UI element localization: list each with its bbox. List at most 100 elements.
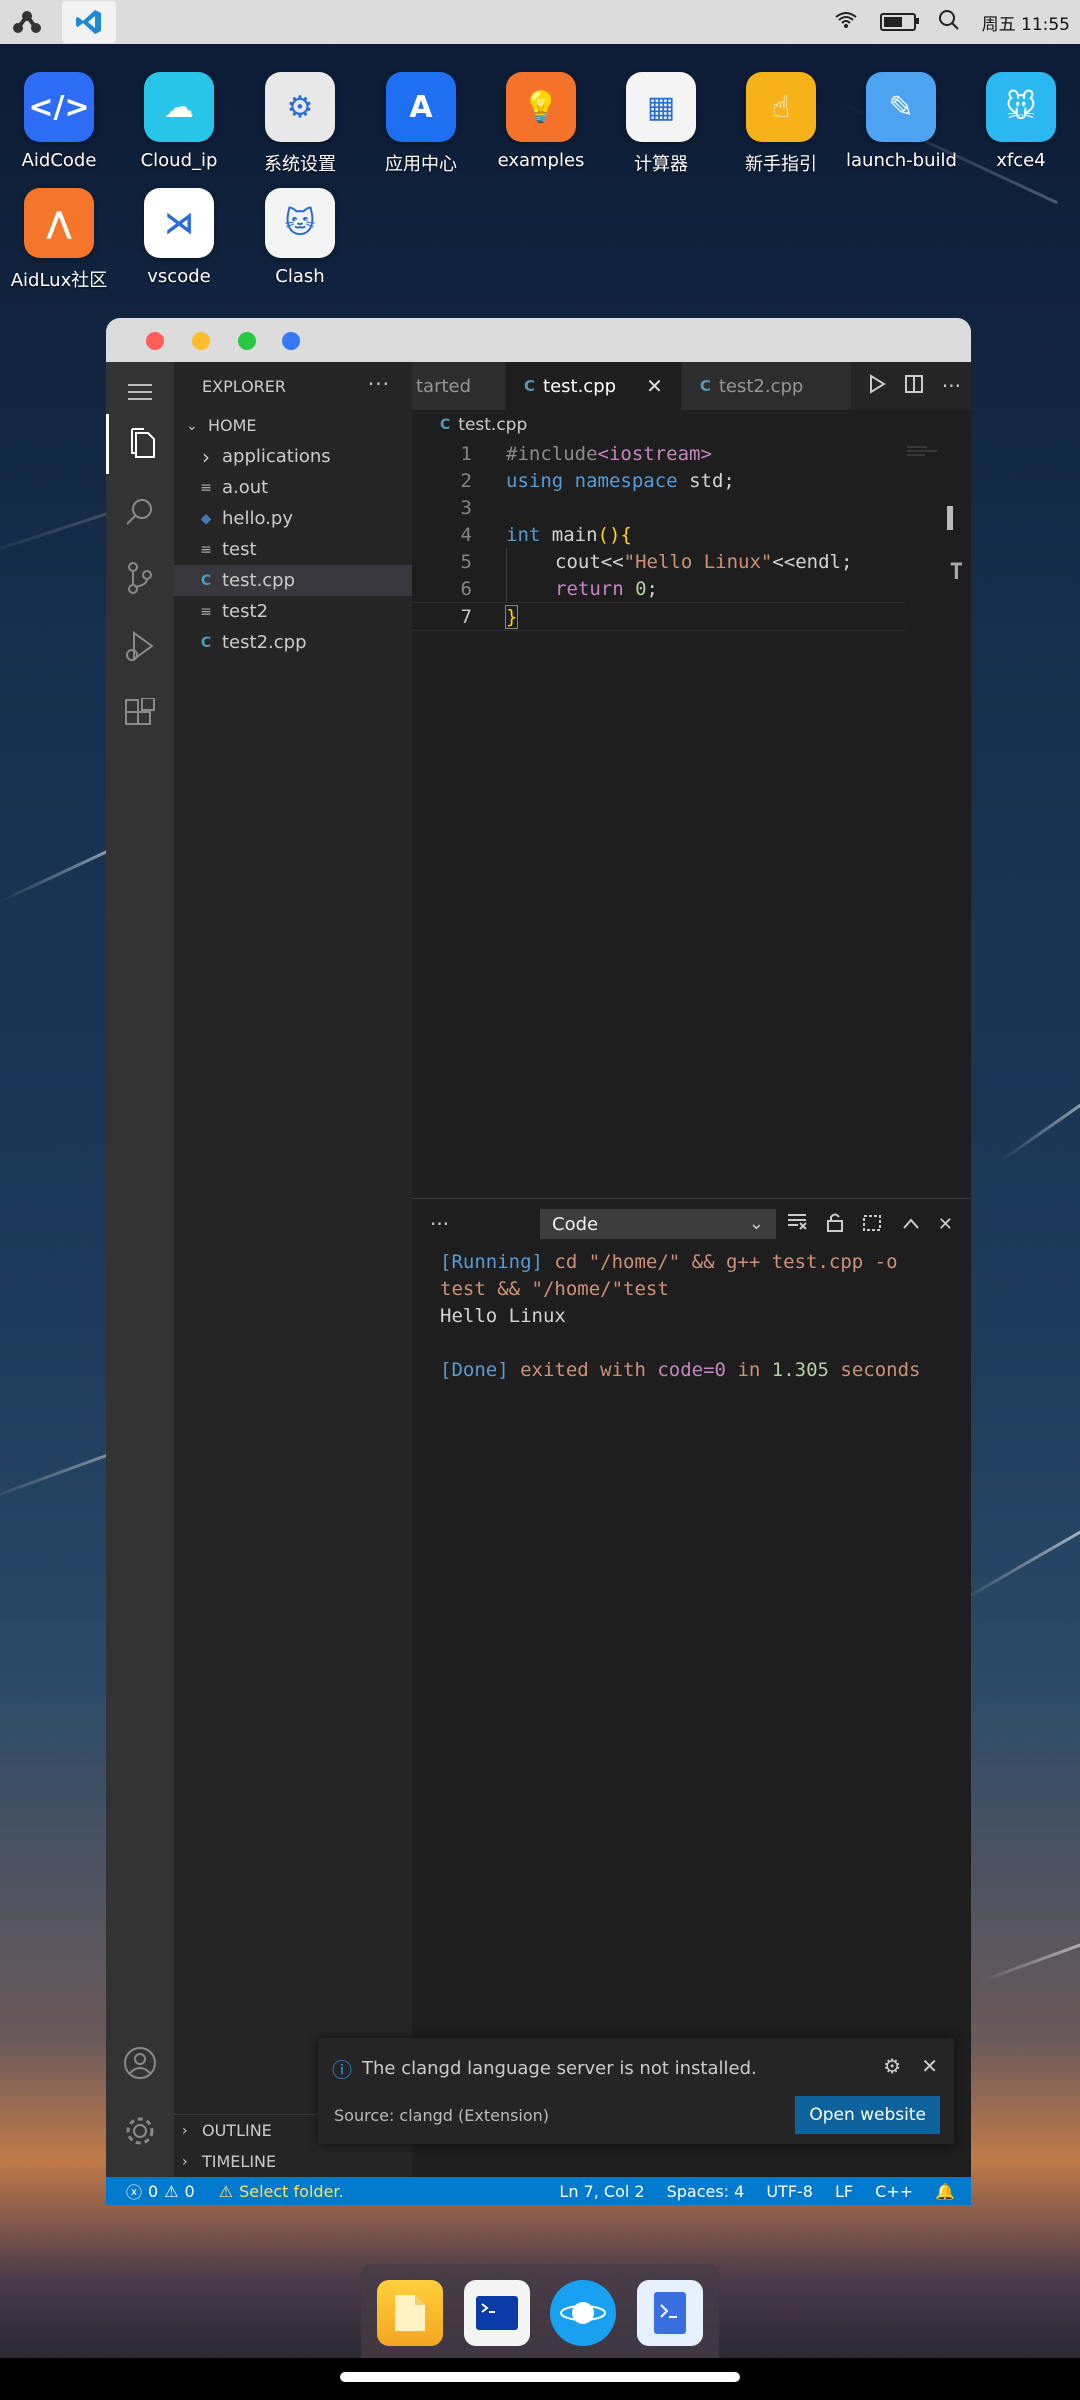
manage-gear-icon[interactable] bbox=[106, 2101, 174, 2161]
desktop-icon[interactable]: A 应用中心 bbox=[366, 72, 476, 176]
files-icon[interactable] bbox=[377, 2280, 444, 2346]
file-tree-item[interactable]: ≡ test2 bbox=[174, 596, 412, 627]
desktop-icon[interactable]: ☁ Cloud_ip bbox=[124, 72, 234, 171]
desktop-icon[interactable]: ⚙ 系统设置 bbox=[245, 72, 355, 176]
python-file-icon: ◆ bbox=[200, 510, 212, 527]
file-tree-label: hello.py bbox=[222, 508, 293, 529]
notification-actions: ⚙ ✕ bbox=[883, 2054, 938, 2078]
explorer-header: EXPLORER ··· bbox=[174, 362, 412, 410]
line-number: 2 bbox=[460, 469, 472, 492]
search-icon[interactable] bbox=[106, 482, 174, 542]
maximize-window-button[interactable] bbox=[238, 332, 256, 350]
more-actions-icon[interactable]: ··· bbox=[368, 372, 390, 396]
code-token: namespace bbox=[574, 469, 678, 492]
more-actions-icon[interactable]: ··· bbox=[430, 1212, 449, 1236]
window-extra-button[interactable] bbox=[282, 332, 300, 350]
outline-label: OUTLINE bbox=[202, 2121, 272, 2140]
open-website-button[interactable]: Open website bbox=[795, 2096, 940, 2134]
cursor-position[interactable]: Ln 7, Col 2 bbox=[559, 2182, 644, 2201]
open-in-editor-icon[interactable] bbox=[862, 1212, 884, 1237]
split-editor-icon[interactable] bbox=[904, 374, 924, 399]
lock-scroll-icon[interactable] bbox=[826, 1212, 844, 1237]
menu-icon[interactable] bbox=[106, 362, 174, 422]
app-icon: 🐭 bbox=[986, 72, 1056, 142]
notifications-bell-icon[interactable]: 🔔 bbox=[935, 2182, 955, 2201]
select-folder-status[interactable]: ⚠ Select folder. bbox=[219, 2182, 344, 2201]
desktop-icon-label: 应用中心 bbox=[385, 154, 457, 175]
file-tree-label: a.out bbox=[222, 477, 269, 498]
output-token: exited with bbox=[508, 1359, 658, 1381]
source-control-icon[interactable] bbox=[106, 548, 174, 608]
chevron-down-icon: ⌄ bbox=[748, 1213, 764, 1234]
maximize-panel-icon[interactable] bbox=[902, 1214, 920, 1235]
clock[interactable]: 周五 11:55 bbox=[982, 10, 1070, 35]
language-mode[interactable]: C++ bbox=[875, 2182, 913, 2201]
explorer-icon[interactable] bbox=[106, 414, 177, 474]
panel-toolbar: ··· Code ⌄ ✕ bbox=[412, 1199, 971, 1249]
tab-test-cpp[interactable]: C test.cpp ✕ bbox=[506, 362, 682, 410]
extensions-icon[interactable] bbox=[106, 684, 174, 744]
gear-icon[interactable]: ⚙ bbox=[883, 2054, 901, 2078]
desktop-icon[interactable]: 💡 examples bbox=[486, 72, 596, 171]
file-tree-item[interactable]: ◆ hello.py bbox=[174, 503, 412, 534]
line-number: 4 bbox=[460, 523, 472, 546]
close-window-button[interactable] bbox=[146, 332, 164, 350]
desktop-icon-label: vscode bbox=[147, 266, 211, 287]
run-icon[interactable] bbox=[868, 373, 886, 399]
folder-home[interactable]: ⌄ HOME bbox=[174, 410, 412, 441]
code-editor[interactable]: 1 #include <iostream> 2 using namespace std… bbox=[412, 440, 971, 631]
tab-label: test.cpp bbox=[543, 375, 617, 397]
minimize-window-button[interactable] bbox=[192, 332, 210, 350]
terminal-icon[interactable] bbox=[463, 2280, 530, 2346]
file-tree-item[interactable]: Ctest2.cpp bbox=[174, 627, 412, 658]
file-tree-item[interactable]: › applications bbox=[174, 441, 412, 472]
account-icon[interactable] bbox=[106, 2033, 174, 2093]
search-icon[interactable] bbox=[938, 9, 960, 36]
desktop-icon[interactable]: ⋀ AidLux社区 bbox=[4, 188, 114, 292]
desktop-icon[interactable]: 🐱 Clash bbox=[245, 188, 355, 287]
desktop-icon[interactable]: 🐭 xfce4 bbox=[966, 72, 1076, 171]
browser-icon[interactable] bbox=[550, 2280, 617, 2346]
more-actions-icon[interactable]: ··· bbox=[942, 374, 961, 398]
home-indicator[interactable] bbox=[340, 2372, 740, 2382]
notification-message: ⓘ The clangd language server is not inst… bbox=[332, 2054, 757, 2083]
desktop-icon-label: Cloud_ip bbox=[140, 150, 218, 171]
activity-bar bbox=[106, 362, 174, 2177]
window-titlebar[interactable] bbox=[106, 318, 971, 362]
output-token: [Done] bbox=[440, 1359, 509, 1381]
desktop-icon[interactable]: ✎ launch-build bbox=[846, 72, 957, 171]
file-tree-item[interactable]: ≡ test bbox=[174, 534, 412, 565]
code-token: { bbox=[620, 523, 632, 546]
breadcrumb[interactable]: C test.cpp bbox=[412, 410, 971, 440]
file-tree-item[interactable]: ≡ a.out bbox=[174, 472, 412, 503]
app-icon: 💡 bbox=[506, 72, 576, 142]
clear-output-icon[interactable] bbox=[787, 1213, 808, 1236]
tab-getting-started[interactable]: tarted bbox=[412, 362, 506, 410]
desktop-icon[interactable]: ▦ 计算器 bbox=[606, 72, 716, 176]
file-icon: ≡ bbox=[200, 603, 212, 620]
output-channel-select[interactable]: Code ⌄ bbox=[540, 1209, 776, 1239]
close-tab-icon[interactable]: ✕ bbox=[646, 374, 663, 398]
close-panel-icon[interactable]: ✕ bbox=[938, 1214, 953, 1235]
system-menu-icon[interactable] bbox=[12, 8, 42, 36]
desktop-icon[interactable]: ☝ 新手指引 bbox=[726, 72, 836, 176]
close-icon[interactable]: ✕ bbox=[921, 2054, 938, 2078]
indentation[interactable]: Spaces: 4 bbox=[667, 2182, 745, 2201]
code-editor-app-icon[interactable] bbox=[636, 2280, 703, 2346]
line-ending[interactable]: LF bbox=[835, 2182, 853, 2201]
run-debug-icon[interactable] bbox=[106, 616, 174, 676]
line-number: 7 bbox=[460, 605, 472, 628]
encoding[interactable]: UTF-8 bbox=[766, 2182, 813, 2201]
minimap[interactable] bbox=[907, 442, 951, 456]
tab-test2-cpp[interactable]: C test2.cpp bbox=[681, 362, 852, 410]
app-icon: A bbox=[386, 72, 456, 142]
desktop-icon-label: xfce4 bbox=[996, 150, 1046, 171]
desktop-icon[interactable]: </> AidCode bbox=[4, 72, 114, 171]
desktop-icon[interactable]: ⋊ vscode bbox=[124, 188, 234, 287]
vscode-taskbar-icon[interactable] bbox=[62, 1, 116, 43]
file-tree-item[interactable]: Ctest.cpp bbox=[174, 565, 412, 596]
output-token: 1.305 bbox=[771, 1359, 829, 1381]
scrollbar-thumb[interactable] bbox=[947, 506, 953, 530]
timeline-header[interactable]: › TIMELINE bbox=[174, 2146, 412, 2177]
problems-indicator[interactable]: ⓧ 0 ⚠ 0 bbox=[126, 2179, 195, 2203]
